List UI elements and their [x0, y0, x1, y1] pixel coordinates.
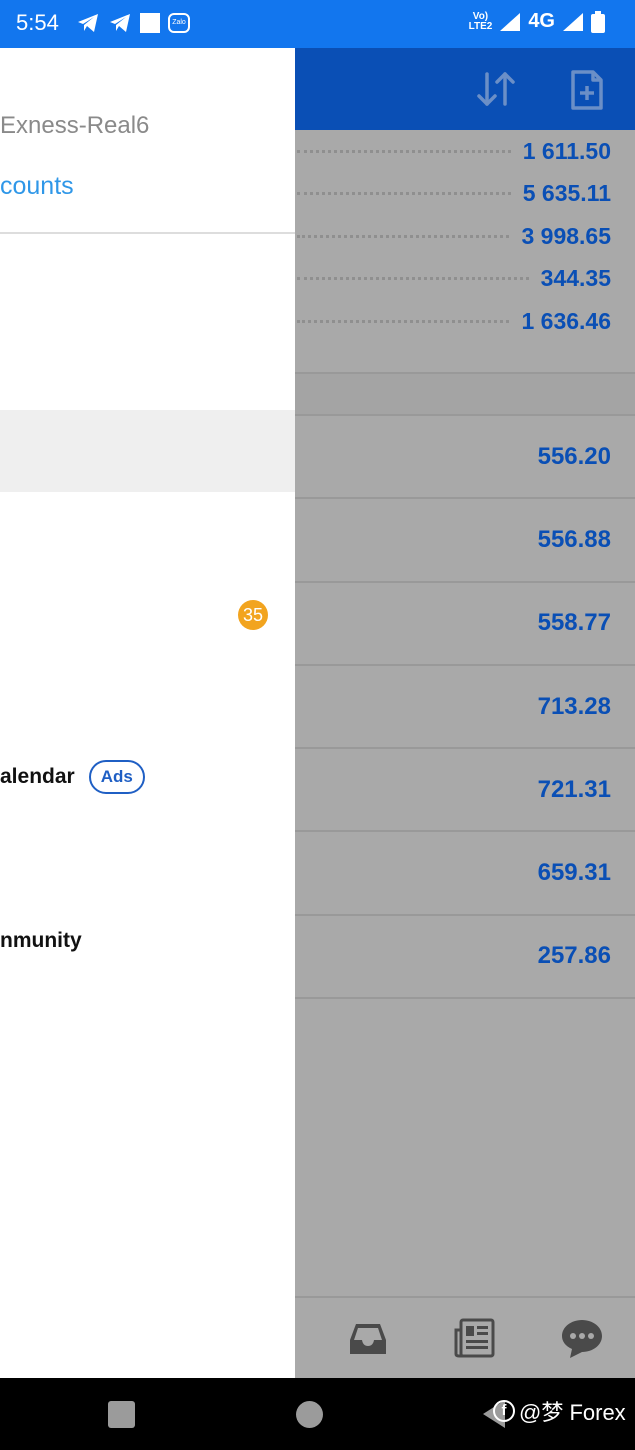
network-type: 4G — [528, 10, 555, 32]
position-profit: 556.88 — [537, 525, 611, 553]
position-row[interactable]: 257.86 — [295, 916, 635, 1000]
position-row[interactable]: 721.31 — [295, 749, 635, 833]
signal-icon — [563, 12, 583, 31]
drawer-item-label: alendar — [0, 765, 75, 788]
summary-row: 5 635.11 — [295, 173, 635, 216]
summary-row: 1 636.46 — [295, 300, 635, 343]
section-separator — [295, 372, 635, 416]
position-row[interactable]: 556.88 — [295, 499, 635, 583]
signal-icon — [500, 12, 521, 31]
sort-icon[interactable] — [475, 68, 519, 112]
summary-row: 3 998.65 — [295, 215, 635, 258]
position-profit: 659.31 — [537, 859, 611, 887]
positions-list: 556.20 556.88 558.77 713.28 721.31 659.3… — [295, 416, 635, 1000]
manage-accounts-link[interactable]: counts — [0, 172, 74, 201]
drawer-item-notifications[interactable]: 35 — [0, 574, 295, 656]
inbox-icon[interactable] — [346, 1316, 390, 1360]
account-server: Exness-Real6 — [0, 112, 150, 139]
system-nav-bar: f @梦 Forex — [0, 1378, 635, 1450]
summary-value: 5 635.11 — [522, 180, 611, 207]
summary-row: 1 611.50 — [295, 130, 635, 173]
position-profit: 713.28 — [537, 692, 611, 720]
battery-icon — [591, 10, 605, 33]
home-button[interactable] — [296, 1401, 323, 1428]
ads-badge: Ads — [88, 760, 145, 794]
position-row[interactable]: 659.31 — [295, 832, 635, 916]
drawer-item-label: nmunity — [0, 929, 82, 952]
status-bar: 5:54 Zalo Vo) LTE2 4G — [0, 0, 635, 48]
volte-label: Vo) LTE2 — [468, 10, 493, 32]
drawer-item-community[interactable]: nmunity — [0, 900, 295, 982]
drawer-item-active[interactable] — [0, 410, 295, 492]
summary-value: 3 998.65 — [521, 222, 611, 249]
news-icon[interactable] — [453, 1316, 497, 1360]
position-row[interactable]: 558.77 — [295, 583, 635, 666]
position-profit: 721.31 — [537, 775, 611, 803]
chat-icon[interactable] — [560, 1316, 604, 1360]
status-notification-icons: Zalo — [76, 12, 190, 34]
summary-row: 344.35 — [295, 258, 635, 301]
new-order-icon[interactable] — [565, 68, 609, 112]
position-row[interactable]: 556.20 — [295, 416, 635, 500]
watermark: f @梦 Forex — [493, 1395, 626, 1427]
telegram-icon — [110, 14, 130, 32]
notification-count-badge: 35 — [238, 600, 268, 630]
account-summary: 1 611.50 5 635.11 3 998.65 344.35 1 636.… — [295, 130, 635, 343]
summary-value: 1 636.46 — [521, 307, 611, 334]
facebook-icon: f — [493, 1400, 515, 1422]
summary-value: 344.35 — [540, 265, 611, 292]
position-profit: 257.86 — [537, 942, 611, 970]
drawer-item-calendar[interactable]: alendar Ads — [0, 736, 295, 818]
summary-value: 1 611.50 — [522, 137, 611, 164]
square-notification-icon — [140, 13, 160, 33]
position-row[interactable]: 713.28 — [295, 666, 635, 750]
bottom-nav — [295, 1296, 635, 1378]
drawer-divider — [0, 232, 295, 234]
position-profit: 558.77 — [537, 609, 611, 637]
position-profit: 556.20 — [537, 442, 611, 470]
recents-button[interactable] — [108, 1401, 135, 1428]
status-time: 5:54 — [16, 10, 59, 35]
zalo-icon: Zalo — [168, 13, 190, 33]
status-right-icons: Vo) LTE2 4G — [469, 10, 605, 33]
navigation-drawer: Exness-Real6 counts 35 alendar Ads nmuni… — [0, 48, 295, 1378]
watermark-text: @梦 Forex — [519, 1400, 626, 1425]
telegram-icon — [78, 14, 98, 32]
